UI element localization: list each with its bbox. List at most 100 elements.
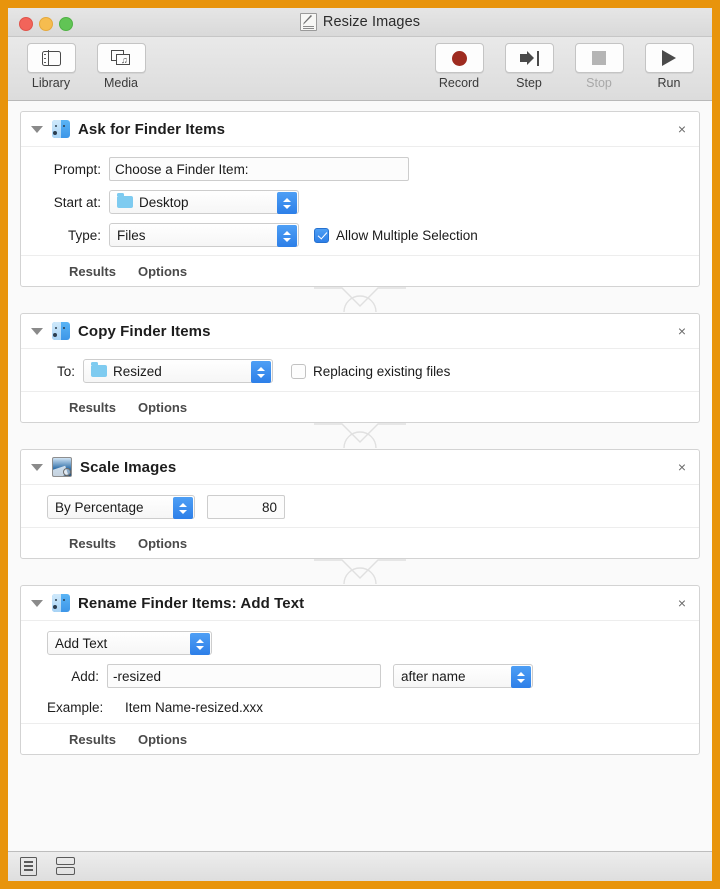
results-link[interactable]: Results [69, 400, 116, 415]
start-at-popup[interactable]: Desktop [109, 190, 299, 214]
allow-multiple-selection-label: Allow Multiple Selection [336, 227, 478, 243]
row-add-text: Add: -resized after name [47, 664, 687, 688]
minimize-window-button[interactable] [39, 17, 53, 31]
maximize-window-button[interactable] [59, 17, 73, 31]
window-titlebar: Resize Images [8, 8, 712, 37]
folder-icon [117, 193, 133, 208]
run-button-face[interactable] [644, 43, 694, 73]
media-button-face[interactable]: ♫ [96, 43, 146, 73]
remove-action-button[interactable]: × [675, 596, 689, 610]
results-link[interactable]: Results [69, 264, 116, 279]
results-link[interactable]: Results [69, 732, 116, 747]
type-popup[interactable]: Files [109, 223, 299, 247]
toolbar-button-record[interactable]: Record [428, 43, 490, 90]
prompt-label: Prompt: [53, 161, 101, 177]
chevron-updown-icon[interactable] [251, 361, 271, 383]
row-prompt: Prompt: Choose a Finder Item: [33, 157, 687, 181]
options-link[interactable]: Options [138, 400, 187, 415]
start-at-value: Desktop [139, 194, 189, 210]
chevron-updown-icon[interactable] [511, 666, 531, 688]
rename-mode-value: Add Text [55, 635, 108, 651]
toggle-split-view-button[interactable] [56, 856, 78, 877]
results-link[interactable]: Results [69, 536, 116, 551]
example-label: Example: [47, 700, 104, 715]
action-header[interactable]: Scale Images × [21, 450, 699, 485]
close-window-button[interactable] [19, 17, 33, 31]
chevron-updown-icon[interactable] [190, 633, 210, 655]
folder-icon [91, 362, 107, 377]
finder-icon [52, 322, 70, 340]
disclosure-triangle-icon[interactable] [31, 125, 43, 133]
remove-action-button[interactable]: × [675, 122, 689, 136]
action-header[interactable]: Ask for Finder Items × [21, 112, 699, 147]
action-scale-images[interactable]: Scale Images × By Percentage 80 Results … [20, 449, 700, 559]
action-footer: Results Options [21, 527, 699, 558]
toolbar-button-step[interactable]: Step [498, 43, 560, 90]
action-rename-finder-items[interactable]: Rename Finder Items: Add Text × Add Text… [20, 585, 700, 755]
toolbar-button-media[interactable]: ♫ Media [90, 43, 152, 90]
chevron-updown-icon[interactable] [173, 497, 193, 519]
disclosure-triangle-icon[interactable] [31, 327, 43, 335]
chevron-updown-icon[interactable] [277, 192, 297, 214]
finder-icon [52, 594, 70, 612]
toolbar-button-library[interactable]: Library [20, 43, 82, 90]
chevron-updown-icon[interactable] [277, 225, 297, 247]
destination-value: Resized [113, 363, 162, 379]
toolbar-label-record: Record [438, 76, 480, 90]
action-body: To: Resized Replacing existing files [21, 349, 699, 391]
stop-button-face[interactable] [574, 43, 624, 73]
type-label: Type: [67, 227, 101, 243]
toolbar-label-media: Media [103, 76, 139, 90]
replacing-existing-files-checkbox[interactable]: Replacing existing files [291, 363, 451, 379]
remove-action-button[interactable]: × [675, 460, 689, 474]
toggle-log-button[interactable] [20, 856, 42, 877]
action-body: Add Text Add: -resized after name Exampl… [21, 621, 699, 723]
row-to: To: Resized Replacing existing files [33, 359, 687, 383]
checkbox-checked-icon[interactable] [314, 227, 329, 243]
rename-mode-popup[interactable]: Add Text [47, 631, 212, 655]
disclosure-triangle-icon[interactable] [31, 599, 43, 607]
options-link[interactable]: Options [138, 732, 187, 747]
row-scale: By Percentage 80 [47, 495, 687, 519]
add-position-value: after name [401, 668, 466, 684]
disclosure-triangle-icon[interactable] [31, 463, 43, 471]
action-copy-finder-items[interactable]: Copy Finder Items × To: Resized Replacin… [20, 313, 700, 423]
prompt-input[interactable]: Choose a Finder Item: [109, 157, 409, 181]
action-connector [20, 423, 700, 449]
action-header[interactable]: Copy Finder Items × [21, 314, 699, 349]
action-title: Copy Finder Items [78, 322, 211, 340]
toolbar-right-group: Record Step Stop Run [428, 43, 700, 90]
options-link[interactable]: Options [138, 264, 187, 279]
action-header[interactable]: Rename Finder Items: Add Text × [21, 586, 699, 621]
action-ask-for-finder-items[interactable]: Ask for Finder Items × Prompt: Choose a … [20, 111, 700, 287]
action-connector [20, 559, 700, 585]
scale-amount-input[interactable]: 80 [207, 495, 285, 519]
toolbar-left-group: Library ♫ Media [20, 43, 152, 90]
record-button-face[interactable] [434, 43, 484, 73]
toolbar-label-library: Library [31, 76, 71, 90]
workflow-canvas[interactable]: Ask for Finder Items × Prompt: Choose a … [8, 101, 712, 851]
step-button-face[interactable] [504, 43, 554, 73]
checkbox-unchecked-icon[interactable] [291, 363, 306, 379]
replacing-existing-files-label: Replacing existing files [313, 363, 451, 379]
options-link[interactable]: Options [138, 536, 187, 551]
add-position-popup[interactable]: after name [393, 664, 533, 688]
library-panel-icon [41, 49, 61, 67]
step-arrow-icon [519, 50, 539, 66]
toolbar-button-stop[interactable]: Stop [568, 43, 630, 90]
remove-action-button[interactable]: × [675, 324, 689, 338]
finder-icon [52, 120, 70, 138]
destination-popup[interactable]: Resized [83, 359, 273, 383]
log-view-icon [20, 856, 37, 876]
row-start-at: Start at: Desktop [33, 190, 687, 214]
action-footer: Results Options [21, 723, 699, 754]
bottom-status-bar [8, 851, 712, 881]
allow-multiple-selection-checkbox[interactable]: Allow Multiple Selection [314, 227, 478, 243]
record-circle-icon [451, 50, 467, 66]
stop-square-icon [592, 51, 606, 65]
scale-images-icon [52, 457, 72, 477]
toolbar-button-run[interactable]: Run [638, 43, 700, 90]
add-text-input[interactable]: -resized [107, 664, 381, 688]
scale-mode-popup[interactable]: By Percentage [47, 495, 195, 519]
library-button-face[interactable] [26, 43, 76, 73]
